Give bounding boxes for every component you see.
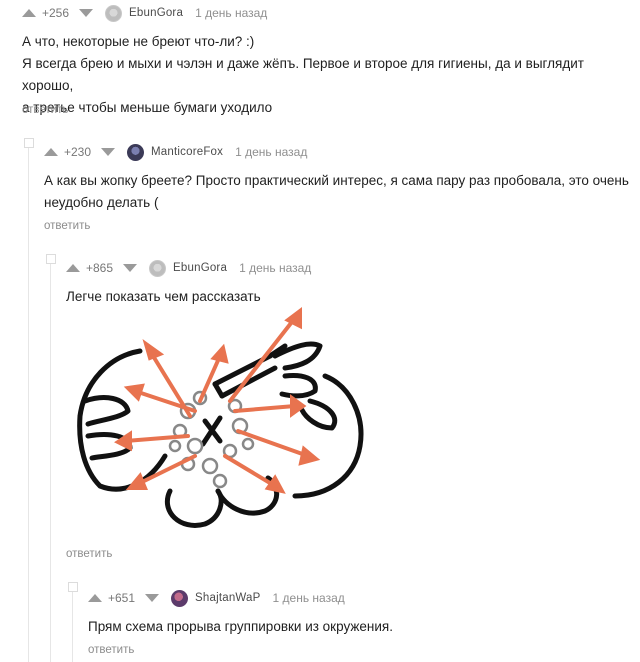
downvote-icon[interactable] <box>123 264 138 272</box>
author-nick[interactable]: ShajtanWaP <box>195 592 261 604</box>
downvote-icon[interactable] <box>101 148 116 156</box>
thread-branch-line <box>72 584 73 662</box>
reply-link[interactable]: ответить <box>44 220 90 232</box>
avatar[interactable] <box>127 143 145 161</box>
reply-link[interactable]: ответить <box>88 644 134 656</box>
thread-branch-line <box>28 140 29 662</box>
comment-line: неудобно делать ( <box>44 195 159 210</box>
comment-line: а третье чтобы меньше бумаги уходило <box>22 100 273 115</box>
comment-line: Прям схема прорыва группировки из окруже… <box>88 619 393 634</box>
upvote-icon[interactable] <box>44 148 58 156</box>
avatar[interactable] <box>105 4 123 22</box>
comment-header: +865 EbunGora 1 день назад <box>66 257 636 279</box>
thread-branch-line <box>50 256 51 662</box>
comment-text: Прям схема прорыва группировки из окруже… <box>88 616 636 638</box>
comment-line: Легче показать чем рассказать <box>66 289 261 304</box>
comment-rating: +230 <box>64 145 92 159</box>
author-nick[interactable]: EbunGora <box>129 7 183 19</box>
comment-time: 1 день назад <box>195 6 268 20</box>
comment-header: +256 EbunGora 1 день назад <box>22 2 632 24</box>
upvote-icon[interactable] <box>22 9 36 17</box>
comment: +256 EbunGora 1 день назад А что, некото… <box>22 2 632 119</box>
comment-text: Легче показать чем рассказать <box>66 286 636 308</box>
author-nick[interactable]: ManticoreFox <box>151 146 223 158</box>
collapse-toggle[interactable] <box>46 254 56 264</box>
collapse-toggle[interactable] <box>68 582 78 592</box>
downvote-icon[interactable] <box>79 9 94 17</box>
comment-text: А как вы жопку бреете? Просто практическ… <box>44 170 634 214</box>
comment-line: А что, некоторые не бреют что-ли? :) <box>22 34 255 49</box>
collapse-toggle[interactable] <box>24 138 34 148</box>
comment-text: А что, некоторые не бреют что-ли? :) Я в… <box>22 31 632 119</box>
comment: +651 ShajtanWaP 1 день назад Прям схема … <box>88 587 636 638</box>
comment-drawing-image[interactable] <box>70 306 370 546</box>
reply-link[interactable]: ответить <box>22 104 68 116</box>
avatar[interactable] <box>171 589 189 607</box>
upvote-icon[interactable] <box>66 264 80 272</box>
comment-time: 1 день назад <box>272 591 345 605</box>
comment-line: А как вы жопку бреете? Просто практическ… <box>44 173 629 188</box>
comment: +865 EbunGora 1 день назад Легче показат… <box>66 257 636 308</box>
author-nick[interactable]: EbunGora <box>173 262 227 274</box>
downvote-icon[interactable] <box>145 594 160 602</box>
comment: +230 ManticoreFox 1 день назад А как вы … <box>44 141 634 214</box>
comment-header: +651 ShajtanWaP 1 день назад <box>88 587 636 609</box>
reply-link[interactable]: ответить <box>66 548 112 560</box>
avatar[interactable] <box>149 259 167 277</box>
comment-rating: +651 <box>108 591 136 605</box>
comment-header: +230 ManticoreFox 1 день назад <box>44 141 634 163</box>
comment-rating: +256 <box>42 6 70 20</box>
comment-time: 1 день назад <box>235 145 308 159</box>
comment-time: 1 день назад <box>239 261 312 275</box>
comment-rating: +865 <box>86 261 114 275</box>
upvote-icon[interactable] <box>88 594 102 602</box>
comment-line: Я всегда брею и мыхи и чэлэн и даже жёпъ… <box>22 56 584 93</box>
